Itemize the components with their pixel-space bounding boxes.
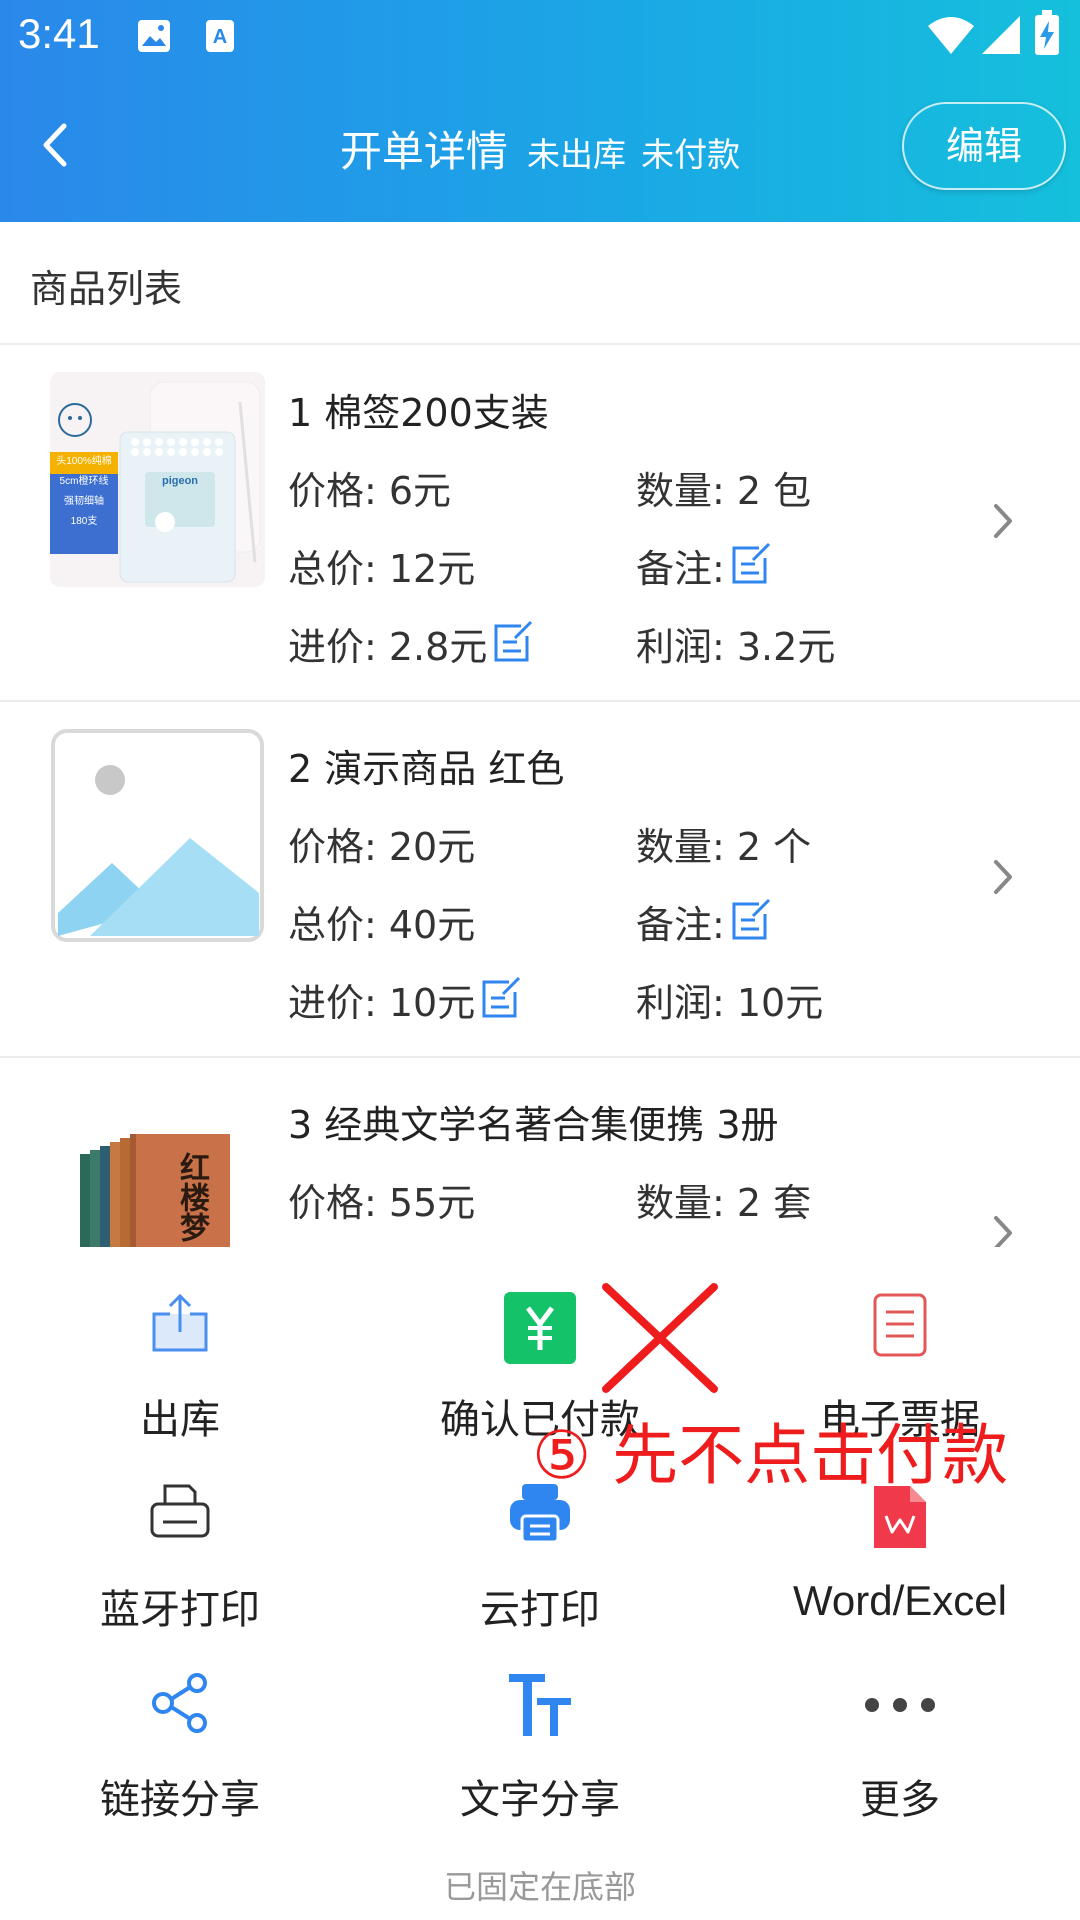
package-text: 头100%纯棉 5cm橙环线 强韧细轴 180支 [50, 452, 118, 532]
product-total: 总价: 40元 [288, 903, 476, 947]
action-label: Word/Excel [793, 1577, 1007, 1624]
product-profit: 利润: 10元 [636, 981, 824, 1025]
accessibility-icon: A [206, 20, 234, 52]
yuan-icon [504, 1292, 576, 1364]
gallery-icon [138, 20, 170, 52]
annotation-text: ⑤ 先不点击付款 [532, 1417, 1009, 1494]
product-image-cotton-swabs: pigeon 头100%纯棉 5cm橙环线 强韧细轴 180支 [50, 372, 265, 587]
annotation-cross-icon [602, 1283, 718, 1393]
package-line: 强韧细轴 [64, 496, 104, 507]
action-stock-out[interactable]: 出库 [0, 1247, 360, 1443]
chevron-right-icon[interactable] [988, 496, 1018, 546]
product-image-books: 红楼梦 [50, 1084, 265, 1248]
nav-bar: 开单详情 未出库 未付款 编辑 [0, 90, 1080, 200]
edit-note-icon[interactable] [729, 898, 771, 942]
text-size-icon [509, 1674, 571, 1736]
more-dots-icon [865, 1698, 935, 1712]
product-price: 价格: 20元 [288, 825, 476, 869]
product-profit: 利润: 3.2元 [636, 625, 836, 669]
action-label: 更多 [860, 1777, 940, 1823]
cost-label: 进价: 2.8元 [288, 625, 488, 669]
action-more[interactable]: 更多 [720, 1627, 1080, 1823]
action-text-share[interactable]: 文字分享 [360, 1627, 720, 1823]
note-label: 备注: [636, 547, 725, 591]
product-total: 总价: 12元 [288, 547, 476, 591]
signal-icon [982, 16, 1020, 54]
product-quantity: 数量: 2 套 [636, 1181, 812, 1225]
battery-icon [1035, 10, 1059, 55]
svg-text:A: A [213, 26, 227, 48]
package-line: 头100%纯棉 [56, 456, 112, 467]
product-item[interactable]: pigeon 头100%纯棉 5cm橙环线 强韧细轴 180支 1 棉签200支… [0, 346, 1080, 700]
action-link-share[interactable]: 链接分享 [0, 1627, 360, 1823]
edit-button[interactable]: 编辑 [902, 102, 1066, 190]
action-bluetooth-print[interactable]: 蓝牙打印 [0, 1437, 360, 1633]
edit-cost-icon[interactable] [491, 620, 533, 664]
document-icon [873, 1293, 927, 1357]
stock-status: 未出库 [527, 135, 626, 174]
product-image-placeholder [50, 728, 265, 943]
divider [0, 343, 1080, 345]
product-item[interactable]: 2 演示商品 红色 价格: 20元 数量: 2 个 总价: 40元 备注: 进价… [0, 702, 1080, 1056]
product-note: 备注: [636, 538, 771, 593]
product-quantity: 数量: 2 个 [636, 825, 812, 869]
edit-cost-icon[interactable] [479, 976, 521, 1020]
cost-label: 进价: 10元 [288, 981, 476, 1025]
product-item[interactable]: 红楼梦 3 经典文学名著合集便携 3册 价格: 55元 数量: 2 套 [0, 1058, 1080, 1248]
note-label: 备注: [636, 903, 725, 947]
product-name: 1 棉签200支装 [288, 391, 549, 435]
app-header: 3:41 A 开单详情 未出库 未付款 编辑 [0, 0, 1080, 222]
share-nodes-icon [152, 1673, 207, 1733]
product-price: 价格: 55元 [288, 1181, 476, 1225]
share-upload-icon [152, 1293, 208, 1352]
action-label: 文字分享 [460, 1777, 620, 1823]
action-sheet: 出库 确认已付款 电子票据 蓝牙打印 云打印 Word/Excel 链接分享 文… [0, 1247, 1080, 1920]
payment-status: 未付款 [641, 135, 741, 174]
wifi-icon [928, 17, 974, 54]
status-bar: 3:41 A [0, 0, 1080, 75]
package-line: 180支 [70, 516, 98, 527]
svg-text:pigeon: pigeon [162, 475, 198, 487]
product-name: 2 演示商品 红色 [288, 747, 565, 791]
pinned-bottom-note: 已固定在底部 [443, 1868, 636, 1906]
product-cost: 进价: 10元 [288, 972, 521, 1027]
chevron-right-icon[interactable] [988, 852, 1018, 902]
product-price: 价格: 6元 [288, 469, 452, 513]
product-name: 3 经典文学名著合集便携 3册 [288, 1103, 779, 1147]
title-main: 开单详情 [339, 127, 508, 176]
package-line: 5cm橙环线 [59, 476, 109, 487]
product-note: 备注: [636, 894, 771, 949]
status-time: 3:41 [18, 10, 100, 57]
product-cost: 进价: 2.8元 [288, 616, 533, 671]
chevron-right-icon[interactable] [988, 1208, 1018, 1248]
book-cover-title: 红楼梦 [174, 1152, 209, 1242]
section-title: 商品列表 [30, 267, 183, 311]
edit-note-icon[interactable] [729, 542, 771, 586]
printer-outline-icon [150, 1484, 210, 1538]
product-quantity: 数量: 2 包 [636, 469, 812, 513]
action-label: 链接分享 [100, 1777, 260, 1823]
